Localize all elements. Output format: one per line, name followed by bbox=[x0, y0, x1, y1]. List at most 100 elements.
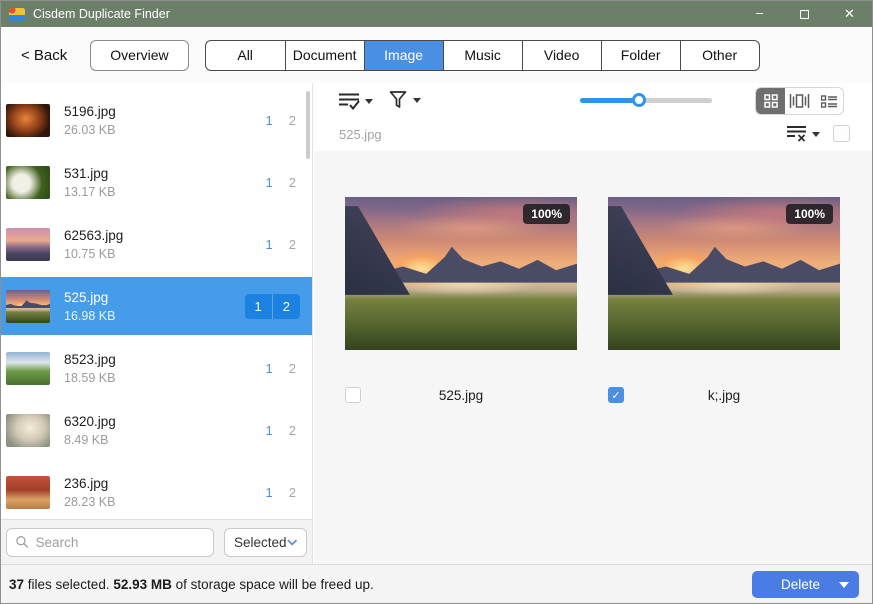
duplicate-card: 100% 525.jpg bbox=[345, 197, 577, 405]
duplicate-card: 100% ✓ k;.jpg bbox=[608, 197, 840, 405]
file-name: 236.jpg bbox=[64, 476, 266, 491]
file-thumbnail bbox=[6, 352, 50, 385]
maximize-icon bbox=[800, 10, 809, 19]
duplicate-count-badge[interactable]: 2 bbox=[289, 423, 296, 438]
duplicate-count-badge[interactable]: 2 bbox=[273, 294, 300, 319]
group-count-badge[interactable]: 1 bbox=[245, 294, 273, 319]
file-thumbnail bbox=[6, 476, 50, 509]
file-name: 531.jpg bbox=[64, 166, 266, 181]
list-item[interactable]: 236.jpg 28.23 KB 1 2 bbox=[1, 463, 312, 519]
main-toolbar bbox=[314, 83, 872, 119]
photo-preview[interactable]: 100% bbox=[608, 197, 840, 350]
compare-view-button[interactable] bbox=[785, 88, 814, 114]
overview-button[interactable]: Overview bbox=[90, 40, 188, 71]
tab-image[interactable]: Image bbox=[364, 41, 443, 70]
duplicate-count-badge[interactable]: 2 bbox=[289, 485, 296, 500]
group-count-badge[interactable]: 1 bbox=[266, 485, 273, 500]
compare-view-icon bbox=[789, 94, 810, 108]
card-filename: k;.jpg bbox=[608, 387, 840, 405]
sidebar-footer: Selected bbox=[1, 519, 312, 564]
duplicate-count-badge[interactable]: 2 bbox=[289, 113, 296, 128]
tab-document[interactable]: Document bbox=[285, 41, 364, 70]
list-item[interactable]: 6320.jpg 8.49 KB 1 2 bbox=[1, 401, 312, 459]
file-list: 5196.jpg 26.03 KB 1 2 531.jpg 13.17 KB 1… bbox=[1, 83, 312, 519]
group-count-badge[interactable]: 1 bbox=[266, 423, 273, 438]
close-button[interactable]: ✕ bbox=[827, 1, 872, 27]
filter-funnel-icon bbox=[388, 90, 408, 110]
list-item[interactable]: 8523.jpg 18.59 KB 1 2 bbox=[1, 339, 312, 397]
dropdown-caret-icon bbox=[365, 99, 373, 108]
file-size: 18.59 KB bbox=[64, 371, 266, 385]
grid-view-icon bbox=[764, 94, 778, 108]
back-button[interactable]: < Back bbox=[21, 47, 67, 64]
list-item[interactable]: 5196.jpg 26.03 KB 1 2 bbox=[1, 91, 312, 149]
deselect-menu-button[interactable] bbox=[786, 125, 820, 142]
status-text: 37 files selected. 52.93 MB of storage s… bbox=[9, 577, 374, 592]
file-select-checkbox-checked[interactable]: ✓ bbox=[608, 387, 624, 403]
list-view-button[interactable] bbox=[814, 88, 843, 114]
list-item[interactable]: 531.jpg 13.17 KB 1 2 bbox=[1, 153, 312, 211]
group-count-badge[interactable]: 1 bbox=[266, 113, 273, 128]
nav-bar: < Back Overview All Document Image Music… bbox=[1, 27, 872, 83]
file-size: 28.23 KB bbox=[64, 495, 266, 509]
delete-button[interactable]: Delete bbox=[752, 571, 859, 598]
minimize-button[interactable]: – bbox=[737, 1, 782, 27]
slider-thumb[interactable] bbox=[632, 93, 646, 107]
tab-other[interactable]: Other bbox=[680, 41, 759, 70]
group-select-checkbox[interactable] bbox=[833, 125, 850, 142]
duplicate-count-badge[interactable]: 2 bbox=[289, 175, 296, 190]
group-header: 525.jpg bbox=[314, 119, 872, 151]
tab-music[interactable]: Music bbox=[443, 41, 522, 70]
search-input[interactable] bbox=[36, 535, 204, 550]
search-box bbox=[6, 528, 214, 557]
slider-fill bbox=[580, 98, 639, 103]
similarity-badge: 100% bbox=[523, 204, 570, 224]
file-select-checkbox[interactable] bbox=[345, 387, 361, 403]
tab-folder[interactable]: Folder bbox=[601, 41, 680, 70]
delete-dropdown-icon[interactable] bbox=[839, 582, 849, 593]
sidebar-scrollbar[interactable] bbox=[306, 91, 310, 159]
select-all-menu-button[interactable] bbox=[338, 92, 373, 110]
photo-preview[interactable]: 100% bbox=[345, 197, 577, 350]
duplicate-count-badge[interactable]: 2 bbox=[289, 361, 296, 376]
card-filename: 525.jpg bbox=[345, 387, 577, 405]
deselect-icon bbox=[786, 125, 807, 142]
tab-all[interactable]: All bbox=[206, 41, 285, 70]
file-thumbnail bbox=[6, 290, 50, 323]
file-size: 10.75 KB bbox=[64, 247, 266, 261]
window-title: Cisdem Duplicate Finder bbox=[33, 7, 170, 21]
tab-video[interactable]: Video bbox=[522, 41, 601, 70]
freed-size: 52.93 MB bbox=[113, 577, 172, 592]
count-badges-selected: 1 2 bbox=[245, 294, 300, 319]
duplicate-count-badge[interactable]: 2 bbox=[289, 237, 296, 252]
file-thumbnail bbox=[6, 228, 50, 261]
duplicate-groups-sidebar: 5196.jpg 26.03 KB 1 2 531.jpg 13.17 KB 1… bbox=[1, 83, 313, 564]
file-thumbnail bbox=[6, 166, 50, 199]
duplicate-cards: 100% 525.jpg 100% ✓ k;.jpg bbox=[314, 151, 872, 405]
dropdown-caret-icon bbox=[413, 98, 421, 107]
file-thumbnail bbox=[6, 104, 50, 137]
app-window: Cisdem Duplicate Finder – ✕ < Back Overv… bbox=[0, 0, 873, 604]
thumbnail-zoom-slider[interactable] bbox=[580, 98, 712, 103]
file-size: 16.98 KB bbox=[64, 309, 245, 323]
file-size: 8.49 KB bbox=[64, 433, 266, 447]
file-name: 6320.jpg bbox=[64, 414, 266, 429]
minimize-icon: – bbox=[756, 5, 763, 20]
file-name: 62563.jpg bbox=[64, 228, 266, 243]
file-name: 8523.jpg bbox=[64, 352, 266, 367]
list-item-selected[interactable]: 525.jpg 16.98 KB 1 2 bbox=[1, 277, 312, 335]
checkmark-icon: ✓ bbox=[611, 389, 620, 402]
file-size: 13.17 KB bbox=[64, 185, 266, 199]
filter-menu-button[interactable] bbox=[388, 90, 421, 110]
duplicates-content: 100% 525.jpg 100% ✓ k;.jpg bbox=[314, 151, 872, 564]
group-count-badge[interactable]: 1 bbox=[266, 175, 273, 190]
group-label: 525.jpg bbox=[339, 127, 382, 142]
group-count-badge[interactable]: 1 bbox=[266, 361, 273, 376]
window-controls: – ✕ bbox=[737, 1, 872, 27]
group-count-badge[interactable]: 1 bbox=[266, 237, 273, 252]
file-size: 26.03 KB bbox=[64, 123, 266, 137]
maximize-button[interactable] bbox=[782, 1, 827, 27]
list-item[interactable]: 62563.jpg 10.75 KB 1 2 bbox=[1, 215, 312, 273]
selection-filter-dropdown[interactable]: Selected bbox=[224, 528, 307, 557]
grid-view-button[interactable] bbox=[756, 88, 785, 114]
